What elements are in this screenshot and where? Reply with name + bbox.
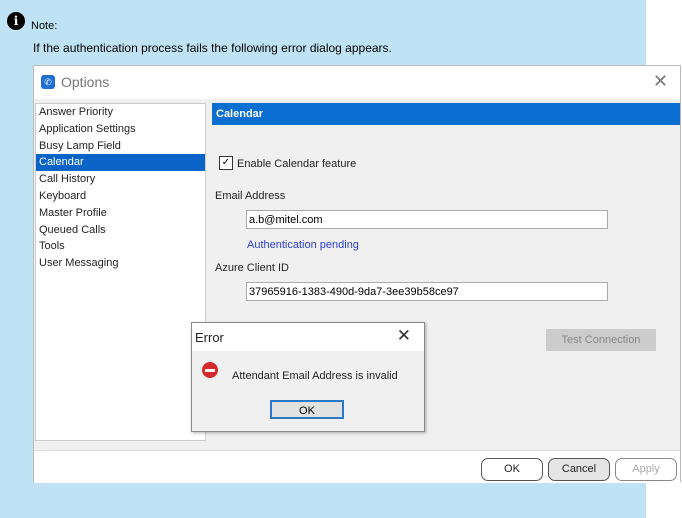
test-connection-button[interactable]: Test Connection	[546, 329, 656, 351]
authentication-status-link[interactable]: Authentication pending	[247, 239, 359, 251]
nav-item-queued-calls[interactable]: Queued Calls	[36, 222, 205, 239]
email-address-input[interactable]: a.b@mitel.com	[246, 210, 608, 229]
azure-client-id-label: Azure Client ID	[215, 262, 289, 274]
phone-app-icon: ✆	[41, 75, 55, 89]
apply-button[interactable]: Apply	[615, 458, 677, 481]
note-text: If the authentication process fails the …	[33, 41, 392, 55]
error-ok-button[interactable]: OK	[270, 400, 344, 419]
enable-calendar-checkbox[interactable]: ✓	[219, 156, 233, 170]
cancel-button[interactable]: Cancel	[548, 458, 610, 481]
panel-header: Calendar	[212, 103, 680, 125]
nav-item-tools[interactable]: Tools	[36, 238, 205, 255]
ok-button[interactable]: OK	[481, 458, 543, 481]
close-icon[interactable]: ✕	[653, 71, 668, 92]
error-message: Attendant Email Address is invalid	[232, 370, 398, 382]
error-title-bar: Error ✕	[192, 323, 424, 351]
nav-item-application-settings[interactable]: Application Settings	[36, 121, 205, 138]
enable-calendar-label: Enable Calendar feature	[237, 158, 357, 170]
nav-item-master-profile[interactable]: Master Profile	[36, 205, 205, 222]
azure-client-id-input[interactable]: 37965916-1383-490d-9da7-3ee39b58ce97	[246, 282, 608, 301]
email-address-label: Email Address	[215, 190, 286, 202]
nav-item-user-messaging[interactable]: User Messaging	[36, 255, 205, 272]
error-title: Error	[195, 330, 224, 345]
nav-item-busy-lamp-field[interactable]: Busy Lamp Field	[36, 138, 205, 155]
nav-item-calendar[interactable]: Calendar	[36, 154, 205, 172]
error-icon	[202, 362, 218, 378]
close-icon[interactable]: ✕	[397, 326, 411, 346]
dialog-footer: OK Cancel Apply	[34, 450, 680, 483]
info-icon: i	[7, 12, 25, 30]
nav-item-keyboard[interactable]: Keyboard	[36, 188, 205, 205]
options-nav-list: Answer Priority Application Settings Bus…	[35, 103, 206, 441]
window-title: Options	[61, 74, 110, 90]
nav-item-answer-priority[interactable]: Answer Priority	[36, 104, 205, 121]
nav-item-call-history[interactable]: Call History	[36, 171, 205, 188]
title-bar: ✆ Options ✕	[34, 66, 680, 99]
error-dialog: Error ✕ Attendant Email Address is inval…	[191, 322, 425, 432]
note-title: Note:	[31, 20, 58, 32]
